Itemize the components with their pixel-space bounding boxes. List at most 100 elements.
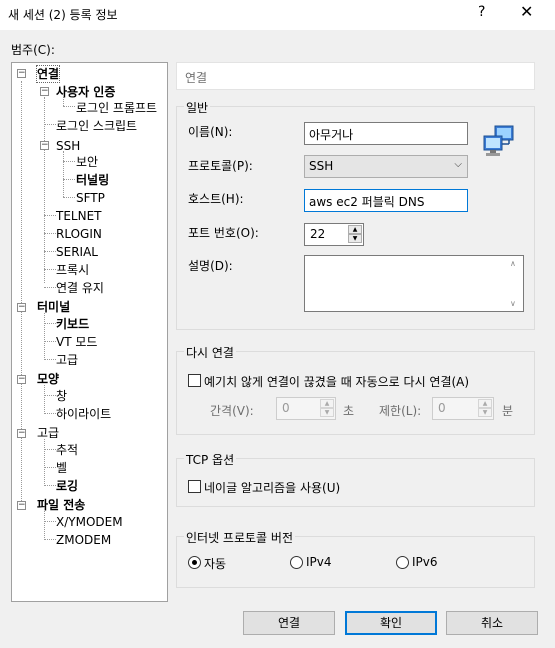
tree-connector — [44, 521, 56, 522]
tree-item-user-auth[interactable]: 사용자 인증 — [56, 84, 115, 100]
protocol-label: 프로토콜(P): — [188, 159, 253, 173]
tree-connector — [44, 251, 56, 252]
collapse-toggle-icon[interactable]: − — [17, 429, 26, 438]
name-field[interactable]: 아무거나 — [304, 122, 468, 145]
tree-item-trace[interactable]: 추적 — [56, 442, 78, 458]
tree-item-login-script[interactable]: 로그인 스크립트 — [56, 118, 137, 134]
tree-item-appearance[interactable]: 모양 — [37, 371, 59, 387]
ip-version-group-title: 인터넷 프로토콜 버전 — [184, 529, 295, 546]
spin-up-icon[interactable]: ▲ — [320, 399, 334, 408]
title-bar: 새 세션 (2) 등록 정보 ? ✕ — [0, 0, 555, 30]
description-field[interactable]: ∧ ∨ — [304, 255, 524, 312]
scroll-up-icon[interactable]: ∧ — [510, 259, 516, 268]
collapse-toggle-icon[interactable]: − — [17, 501, 26, 510]
tree-item-ssh[interactable]: SSH — [56, 138, 80, 154]
interval-label: 간격(V): — [210, 404, 254, 418]
tree-connector — [63, 151, 64, 197]
tree-item-serial[interactable]: SERIAL — [56, 244, 98, 260]
auto-reconnect-label: 예기치 않게 연결이 끊겼을 때 자동으로 다시 연결(A) — [204, 375, 470, 389]
reconnect-group-title: 다시 연결 — [184, 344, 236, 361]
tree-item-bell[interactable]: 벨 — [56, 460, 67, 476]
category-tree[interactable]: − − − − − − − 연결 사용자 인증 로그인 프롬프트 로그인 스크립… — [11, 62, 168, 602]
port-value: 22 — [310, 227, 326, 241]
interval-value: 0 — [282, 401, 290, 415]
tree-item-terminal[interactable]: 터미널 — [37, 299, 70, 315]
tree-item-login-prompt[interactable]: 로그인 프롬프트 — [76, 100, 157, 116]
host-label: 호스트(H): — [188, 192, 244, 206]
tree-item-terminal-advanced[interactable]: 고급 — [56, 352, 78, 368]
tree-connector — [44, 287, 56, 288]
collapse-toggle-icon[interactable]: − — [17, 69, 26, 78]
tree-connector — [44, 323, 56, 324]
tree-item-tunneling[interactable]: 터널링 — [76, 172, 109, 188]
tree-connector — [44, 395, 56, 396]
ok-button[interactable]: 확인 — [345, 611, 437, 635]
tree-item-security[interactable]: 보안 — [76, 154, 98, 170]
tree-item-connection[interactable]: 연결 — [35, 65, 61, 83]
spin-up-icon[interactable]: ▲ — [348, 225, 362, 234]
tree-item-vt-mode[interactable]: VT 모드 — [56, 334, 97, 350]
nagle-checkbox[interactable] — [188, 480, 201, 493]
limit-unit: 분 — [502, 404, 514, 418]
limit-stepper[interactable]: 0 ▲ ▼ — [432, 397, 494, 420]
interval-stepper[interactable]: 0 ▲ ▼ — [276, 397, 336, 420]
tree-connector — [44, 233, 56, 234]
tree-item-logging[interactable]: 로깅 — [56, 478, 78, 494]
limit-value: 0 — [438, 401, 446, 415]
protocol-select[interactable]: SSH ⌵ — [304, 155, 468, 178]
tree-item-xymodem[interactable]: X/YMODEM — [56, 514, 123, 530]
scroll-down-icon[interactable]: ∨ — [510, 299, 516, 308]
tree-item-sftp[interactable]: SFTP — [76, 190, 105, 206]
connect-button[interactable]: 연결 — [243, 611, 335, 635]
tree-item-proxy[interactable]: 프록시 — [56, 262, 89, 278]
tree-connector — [63, 197, 75, 198]
limit-label: 제한(L): — [379, 404, 422, 418]
panel-header: 연결 — [176, 62, 535, 90]
tree-connector — [44, 341, 56, 342]
close-icon[interactable]: ✕ — [520, 2, 533, 21]
tree-item-zmodem[interactable]: ZMODEM — [56, 532, 111, 548]
chevron-down-icon: ⌵ — [454, 159, 462, 170]
radio-ipv4[interactable] — [290, 556, 303, 569]
spin-up-icon[interactable]: ▲ — [478, 399, 492, 408]
tree-connector — [44, 449, 56, 450]
tree-item-rlogin[interactable]: RLOGIN — [56, 226, 102, 242]
tree-connector — [63, 161, 75, 162]
collapse-toggle-icon[interactable]: − — [40, 87, 49, 96]
radio-ipv6[interactable] — [396, 556, 409, 569]
spin-down-icon[interactable]: ▼ — [348, 234, 362, 243]
port-stepper[interactable]: 22 ▲ ▼ — [304, 223, 364, 246]
interval-unit: 초 — [343, 404, 355, 418]
reconnect-group — [176, 351, 535, 435]
tree-connector — [44, 485, 56, 486]
collapse-toggle-icon[interactable]: − — [17, 303, 26, 312]
tree-item-advanced[interactable]: 고급 — [37, 425, 59, 441]
collapse-toggle-icon[interactable]: − — [17, 375, 26, 384]
general-group-title: 일반 — [184, 99, 211, 116]
auto-reconnect-checkbox[interactable] — [188, 374, 201, 387]
radio-ipv4-label: IPv4 — [306, 555, 332, 569]
spin-down-icon[interactable]: ▼ — [478, 408, 492, 417]
port-label: 포트 번호(O): — [188, 226, 259, 240]
help-icon[interactable]: ? — [478, 4, 485, 20]
tree-item-highlight[interactable]: 하이라이트 — [56, 406, 111, 422]
description-scrollbar[interactable]: ∧ ∨ — [506, 256, 523, 311]
tree-item-file-transfer[interactable]: 파일 전송 — [37, 497, 85, 513]
tree-connector — [44, 467, 56, 468]
cancel-button[interactable]: 취소 — [446, 611, 538, 635]
radio-auto[interactable] — [188, 556, 201, 569]
tree-item-telnet[interactable]: TELNET — [56, 208, 102, 224]
host-field[interactable]: aws ec2 퍼블릭 DNS — [304, 189, 468, 212]
tree-connector — [44, 215, 56, 216]
tree-connector — [44, 413, 56, 414]
spin-down-icon[interactable]: ▼ — [320, 408, 334, 417]
tree-connector — [21, 81, 22, 509]
nagle-label: 네이글 알고리즘을 사용(U) — [204, 481, 341, 495]
tree-connector — [44, 511, 45, 538]
tree-connector — [44, 385, 45, 412]
tree-item-keyboard[interactable]: 키보드 — [56, 316, 89, 332]
tree-item-window[interactable]: 창 — [56, 388, 67, 404]
tree-item-keepalive[interactable]: 연결 유지 — [56, 280, 104, 296]
collapse-toggle-icon[interactable]: − — [40, 141, 49, 150]
tree-connector — [44, 439, 45, 484]
